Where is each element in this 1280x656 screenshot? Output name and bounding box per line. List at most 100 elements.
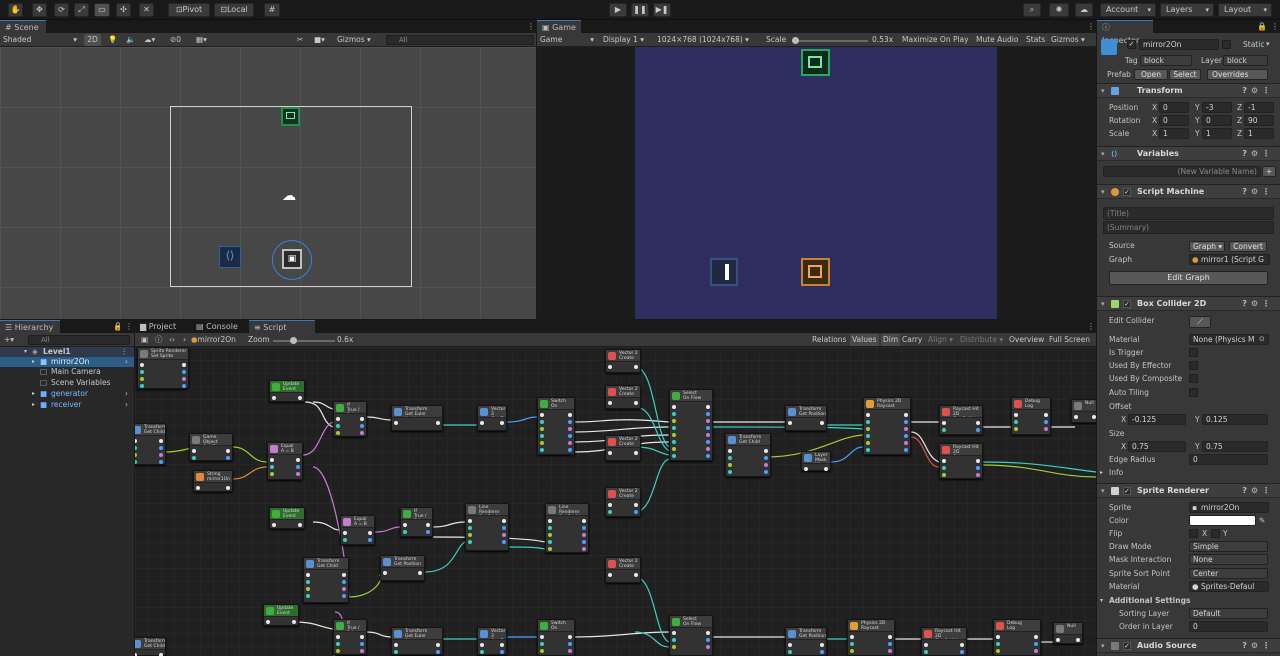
output-port[interactable] bbox=[582, 533, 586, 537]
output-port[interactable] bbox=[568, 649, 572, 653]
scale-x-field[interactable]: 1 bbox=[1159, 128, 1189, 139]
tab-inspector[interactable]: ⓘ Inspector bbox=[1097, 20, 1153, 45]
output-port[interactable] bbox=[418, 571, 422, 575]
input-port[interactable] bbox=[480, 421, 484, 425]
output-port[interactable] bbox=[568, 448, 572, 452]
prefab-open-button[interactable]: Open bbox=[1134, 69, 1168, 80]
node-header[interactable]: Physics 2D Raycast bbox=[848, 620, 894, 632]
additional-settings-foldout[interactable]: ▾ Additional Settings bbox=[1097, 594, 1280, 607]
input-port[interactable] bbox=[336, 635, 340, 639]
input-port[interactable] bbox=[672, 419, 676, 423]
output-port[interactable] bbox=[368, 531, 372, 535]
input-port[interactable] bbox=[336, 431, 340, 435]
sort-point-dropdown[interactable]: Center bbox=[1189, 568, 1268, 579]
graph-node[interactable]: Physics 2D Raycast bbox=[847, 619, 895, 656]
node-header[interactable]: Raycast Hit 2DGet Collider bbox=[922, 628, 966, 640]
offset-y-field[interactable]: 0.125 bbox=[1202, 414, 1268, 425]
game-gizmos-dropdown[interactable]: Gizmos ▾ bbox=[1051, 34, 1085, 46]
output-port[interactable] bbox=[159, 460, 163, 464]
zoom-slider[interactable] bbox=[273, 337, 335, 344]
layout-dropdown[interactable]: Layout bbox=[1218, 3, 1272, 17]
node-header[interactable]: IfTrue / False bbox=[334, 620, 366, 632]
output-port[interactable] bbox=[159, 453, 163, 457]
hierarchy-row-generator[interactable]: ▸ ■ generator › bbox=[0, 389, 134, 399]
input-port[interactable] bbox=[394, 643, 398, 647]
graph-node[interactable]: Layer MaskMirrorLine bbox=[801, 451, 831, 471]
input-port[interactable] bbox=[135, 460, 137, 464]
node-header[interactable]: Physics 2D Raycast bbox=[864, 398, 910, 410]
input-port[interactable] bbox=[1014, 427, 1018, 431]
node-header[interactable]: Update Event bbox=[270, 508, 304, 520]
lock-icon[interactable]: 🔒 bbox=[108, 320, 123, 333]
output-port[interactable] bbox=[436, 421, 440, 425]
input-port[interactable] bbox=[196, 486, 200, 490]
node-header[interactable]: Debug Log bbox=[994, 620, 1040, 632]
input-port[interactable] bbox=[942, 421, 946, 425]
node-header[interactable]: Debug Log bbox=[1012, 398, 1050, 410]
effects-icon[interactable]: ☁▾ bbox=[144, 34, 155, 46]
output-port[interactable] bbox=[360, 417, 364, 421]
graph-node[interactable]: TransformGet Euler Angles bbox=[391, 627, 443, 655]
input-port[interactable] bbox=[403, 523, 407, 527]
input-port[interactable] bbox=[336, 649, 340, 653]
output-port[interactable] bbox=[342, 594, 346, 598]
rect-tool-icon[interactable]: ▭ bbox=[94, 3, 110, 17]
input-port[interactable] bbox=[942, 466, 946, 470]
scale-tool-icon[interactable]: ⤢ bbox=[74, 3, 89, 17]
graph-node[interactable]: Line RendererSet Position bbox=[545, 503, 589, 553]
cloud-icon[interactable]: ☁ bbox=[1075, 3, 1093, 17]
output-port[interactable] bbox=[706, 454, 710, 458]
graph-node[interactable]: Vector 2 Create bbox=[605, 557, 641, 583]
node-header[interactable]: TransformGet Euler Angles bbox=[392, 406, 442, 418]
input-port[interactable] bbox=[135, 453, 137, 457]
graph-node[interactable]: TransformGet Euler Angles bbox=[391, 405, 443, 431]
input-port[interactable] bbox=[548, 547, 552, 551]
game-view-dropdown[interactable]: Game ▾ bbox=[540, 34, 596, 46]
offset-x-field[interactable]: -0.125 bbox=[1128, 414, 1186, 425]
output-port[interactable] bbox=[1092, 415, 1096, 419]
input-port[interactable] bbox=[1014, 420, 1018, 424]
input-port[interactable] bbox=[468, 526, 472, 530]
collab-icon[interactable]: ✺ bbox=[1049, 3, 1069, 17]
input-port[interactable] bbox=[192, 456, 196, 460]
component-actions-icon[interactable]: ?⚙⋮ bbox=[1242, 297, 1274, 311]
node-header[interactable]: Vector 3Get Z bbox=[478, 406, 506, 418]
game-viewport[interactable] bbox=[537, 47, 1096, 319]
output-port[interactable] bbox=[824, 467, 828, 471]
audio-source-enabled-checkbox[interactable]: ✓ bbox=[1123, 642, 1131, 650]
graph-object-field[interactable]: ● mirror1 (Script G bbox=[1189, 254, 1270, 265]
input-port[interactable] bbox=[540, 642, 544, 646]
hierarchy-row-level1[interactable]: ▾ ◈ Level1 ⋮ bbox=[0, 347, 134, 357]
output-port[interactable] bbox=[159, 446, 163, 450]
node-header[interactable]: Raycast Hit 2DGet Distance bbox=[940, 444, 982, 456]
input-port[interactable] bbox=[192, 449, 196, 453]
input-port[interactable] bbox=[728, 470, 732, 474]
input-port[interactable] bbox=[394, 650, 398, 654]
graph-node[interactable]: Equal A = B bbox=[267, 442, 303, 480]
grid-icon[interactable]: ▦▾ bbox=[196, 34, 207, 46]
tab-project[interactable]: ▆ Project bbox=[135, 320, 185, 333]
graph-node[interactable]: Select On Flow bbox=[669, 389, 713, 461]
used-by-effector-checkbox[interactable] bbox=[1189, 361, 1198, 370]
flip-y-checkbox[interactable] bbox=[1211, 529, 1220, 538]
create-dropdown-icon[interactable]: +▾ bbox=[4, 334, 14, 346]
input-port[interactable] bbox=[672, 412, 676, 416]
node-header[interactable]: Vector 2 Create bbox=[606, 436, 640, 448]
input-port[interactable] bbox=[728, 463, 732, 467]
output-port[interactable] bbox=[360, 424, 364, 428]
graph-node[interactable]: Null bbox=[1071, 399, 1096, 423]
output-port[interactable] bbox=[502, 519, 506, 523]
graph-node[interactable]: Equal A = B bbox=[340, 515, 375, 545]
info-foldout[interactable]: ▸ Info bbox=[1097, 466, 1280, 479]
graph-node[interactable]: SwitchOn Integer bbox=[537, 619, 575, 656]
input-port[interactable] bbox=[866, 441, 870, 445]
output-port[interactable] bbox=[706, 412, 710, 416]
graph-menu-icon[interactable]: ⋮ bbox=[1082, 320, 1096, 333]
graph-node[interactable]: Transform Get Position bbox=[785, 405, 827, 431]
input-port[interactable] bbox=[942, 459, 946, 463]
output-port[interactable] bbox=[500, 650, 504, 654]
output-port[interactable] bbox=[568, 642, 572, 646]
output-port[interactable] bbox=[502, 526, 506, 530]
scale-y-field[interactable]: 1 bbox=[1202, 128, 1232, 139]
hierarchy-row-main-camera[interactable]: □ Main Camera bbox=[0, 367, 134, 377]
